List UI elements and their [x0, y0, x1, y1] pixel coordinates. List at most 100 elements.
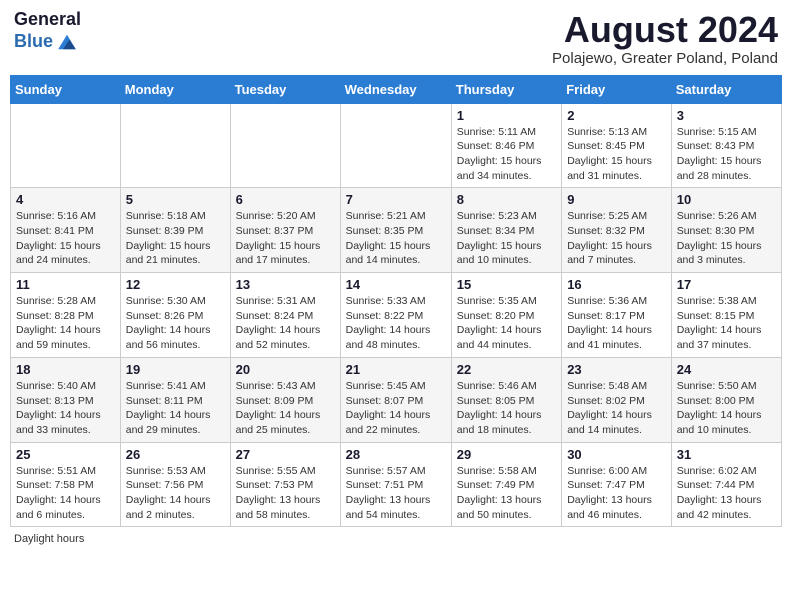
day-number: 30	[567, 447, 666, 462]
calendar-cell: 6 Sunrise: 5:20 AM Sunset: 8:37 PM Daylig…	[230, 188, 340, 273]
day-number: 15	[457, 277, 556, 292]
calendar-cell: 31 Sunrise: 6:02 AM Sunset: 7:44 PM Dayli…	[671, 442, 781, 527]
day-number: 6	[236, 192, 335, 207]
day-detail: Sunrise: 5:11 AM Sunset: 8:46 PM Dayligh…	[457, 125, 556, 184]
day-detail: Sunrise: 5:13 AM Sunset: 8:45 PM Dayligh…	[567, 125, 666, 184]
calendar-header-row: SundayMondayTuesdayWednesdayThursdayFrid…	[11, 75, 782, 103]
day-number: 19	[126, 362, 225, 377]
logo-blue-text: Blue	[14, 32, 53, 52]
calendar-cell: 30Sunrise: 6:00 AM Sunset: 7:47 PM Dayli…	[562, 442, 672, 527]
day-detail: Sunrise: 5:25 AM Sunset: 8:32 PM Dayligh…	[567, 209, 666, 268]
calendar-week-row: 4 Sunrise: 5:16 AM Sunset: 8:41 PM Daylig…	[11, 188, 782, 273]
calendar-cell: 21Sunrise: 5:45 AM Sunset: 8:07 PM Dayli…	[340, 357, 451, 442]
day-number: 10	[677, 192, 776, 207]
calendar-cell: 23 Sunrise: 5:48 AM Sunset: 8:02 PM Dayli…	[562, 357, 672, 442]
day-number: 27	[236, 447, 335, 462]
day-number: 23	[567, 362, 666, 377]
day-number: 20	[236, 362, 335, 377]
day-detail: Sunrise: 5:41 AM Sunset: 8:11 PM Dayligh…	[126, 379, 225, 438]
day-number: 7	[346, 192, 446, 207]
day-detail: Sunrise: 5:38 AM Sunset: 8:15 PM Dayligh…	[677, 294, 776, 353]
calendar-day-header: Sunday	[11, 75, 121, 103]
day-number: 18	[16, 362, 115, 377]
day-detail: Sunrise: 5:30 AM Sunset: 8:26 PM Dayligh…	[126, 294, 225, 353]
calendar-cell: 15 Sunrise: 5:35 AM Sunset: 8:20 PM Dayli…	[451, 273, 561, 358]
day-number: 25	[16, 447, 115, 462]
calendar-cell: 4 Sunrise: 5:16 AM Sunset: 8:41 PM Daylig…	[11, 188, 121, 273]
month-year-title: August 2024	[552, 10, 778, 50]
calendar-cell: 18Sunrise: 5:40 AM Sunset: 8:13 PM Dayli…	[11, 357, 121, 442]
calendar-table: SundayMondayTuesdayWednesdayThursdayFrid…	[10, 75, 782, 528]
calendar-cell: 17 Sunrise: 5:38 AM Sunset: 8:15 PM Dayli…	[671, 273, 781, 358]
location-subtitle: Polajewo, Greater Poland, Poland	[552, 50, 778, 67]
day-number: 11	[16, 277, 115, 292]
calendar-cell: 3 Sunrise: 5:15 AM Sunset: 8:43 PM Daylig…	[671, 103, 781, 188]
calendar-day-header: Thursday	[451, 75, 561, 103]
day-detail: Sunrise: 6:02 AM Sunset: 7:44 PM Dayligh…	[677, 464, 776, 523]
day-detail: Sunrise: 5:58 AM Sunset: 7:49 PM Dayligh…	[457, 464, 556, 523]
calendar-cell: 8Sunrise: 5:23 AM Sunset: 8:34 PM Daylig…	[451, 188, 561, 273]
calendar-cell: 20Sunrise: 5:43 AM Sunset: 8:09 PM Dayli…	[230, 357, 340, 442]
day-number: 28	[346, 447, 446, 462]
day-number: 21	[346, 362, 446, 377]
logo-general-text: General	[14, 10, 81, 30]
day-detail: Sunrise: 5:36 AM Sunset: 8:17 PM Dayligh…	[567, 294, 666, 353]
calendar-day-header: Monday	[120, 75, 230, 103]
calendar-cell: 12Sunrise: 5:30 AM Sunset: 8:26 PM Dayli…	[120, 273, 230, 358]
day-detail: Sunrise: 5:21 AM Sunset: 8:35 PM Dayligh…	[346, 209, 446, 268]
day-detail: Sunrise: 5:20 AM Sunset: 8:37 PM Dayligh…	[236, 209, 335, 268]
day-detail: Sunrise: 5:35 AM Sunset: 8:20 PM Dayligh…	[457, 294, 556, 353]
calendar-day-header: Friday	[562, 75, 672, 103]
day-number: 8	[457, 192, 556, 207]
calendar-cell: 5Sunrise: 5:18 AM Sunset: 8:39 PM Daylig…	[120, 188, 230, 273]
calendar-cell	[11, 103, 121, 188]
day-number: 4	[16, 192, 115, 207]
calendar-cell: 7 Sunrise: 5:21 AM Sunset: 8:35 PM Daylig…	[340, 188, 451, 273]
day-detail: Sunrise: 5:53 AM Sunset: 7:56 PM Dayligh…	[126, 464, 225, 523]
calendar-cell: 22Sunrise: 5:46 AM Sunset: 8:05 PM Dayli…	[451, 357, 561, 442]
calendar-cell: 27 Sunrise: 5:55 AM Sunset: 7:53 PM Dayli…	[230, 442, 340, 527]
day-number: 14	[346, 277, 446, 292]
day-number: 1	[457, 108, 556, 123]
calendar-cell: 28Sunrise: 5:57 AM Sunset: 7:51 PM Dayli…	[340, 442, 451, 527]
daylight-label: Daylight hours	[14, 533, 84, 545]
day-detail: Sunrise: 5:28 AM Sunset: 8:28 PM Dayligh…	[16, 294, 115, 353]
calendar-week-row: 11 Sunrise: 5:28 AM Sunset: 8:28 PM Dayli…	[11, 273, 782, 358]
day-number: 16	[567, 277, 666, 292]
calendar-cell	[230, 103, 340, 188]
calendar-day-header: Tuesday	[230, 75, 340, 103]
calendar-week-row: 25Sunrise: 5:51 AM Sunset: 7:58 PM Dayli…	[11, 442, 782, 527]
day-number: 31	[677, 447, 776, 462]
footer-note: Daylight hours	[10, 533, 782, 545]
calendar-day-header: Wednesday	[340, 75, 451, 103]
calendar-cell: 1 Sunrise: 5:11 AM Sunset: 8:46 PM Daylig…	[451, 103, 561, 188]
day-detail: Sunrise: 5:26 AM Sunset: 8:30 PM Dayligh…	[677, 209, 776, 268]
day-detail: Sunrise: 5:46 AM Sunset: 8:05 PM Dayligh…	[457, 379, 556, 438]
day-number: 5	[126, 192, 225, 207]
day-detail: Sunrise: 5:55 AM Sunset: 7:53 PM Dayligh…	[236, 464, 335, 523]
day-number: 26	[126, 447, 225, 462]
day-number: 17	[677, 277, 776, 292]
day-number: 13	[236, 277, 335, 292]
calendar-cell: 13 Sunrise: 5:31 AM Sunset: 8:24 PM Dayli…	[230, 273, 340, 358]
calendar-cell	[340, 103, 451, 188]
calendar-week-row: 1 Sunrise: 5:11 AM Sunset: 8:46 PM Daylig…	[11, 103, 782, 188]
logo: General Blue	[14, 10, 81, 54]
day-number: 2	[567, 108, 666, 123]
calendar-cell: 25Sunrise: 5:51 AM Sunset: 7:58 PM Dayli…	[11, 442, 121, 527]
day-detail: Sunrise: 5:15 AM Sunset: 8:43 PM Dayligh…	[677, 125, 776, 184]
calendar-day-header: Saturday	[671, 75, 781, 103]
day-number: 3	[677, 108, 776, 123]
day-detail: Sunrise: 5:16 AM Sunset: 8:41 PM Dayligh…	[16, 209, 115, 268]
title-block: August 2024 Polajewo, Greater Poland, Po…	[552, 10, 778, 67]
calendar-cell: 11 Sunrise: 5:28 AM Sunset: 8:28 PM Dayli…	[11, 273, 121, 358]
calendar-cell: 24Sunrise: 5:50 AM Sunset: 8:00 PM Dayli…	[671, 357, 781, 442]
day-number: 29	[457, 447, 556, 462]
day-detail: Sunrise: 5:31 AM Sunset: 8:24 PM Dayligh…	[236, 294, 335, 353]
day-detail: Sunrise: 5:48 AM Sunset: 8:02 PM Dayligh…	[567, 379, 666, 438]
calendar-cell: 10 Sunrise: 5:26 AM Sunset: 8:30 PM Dayli…	[671, 188, 781, 273]
day-detail: Sunrise: 5:33 AM Sunset: 8:22 PM Dayligh…	[346, 294, 446, 353]
calendar-cell	[120, 103, 230, 188]
day-number: 24	[677, 362, 776, 377]
page-header: General Blue August 2024 Polajewo, Great…	[10, 10, 782, 67]
